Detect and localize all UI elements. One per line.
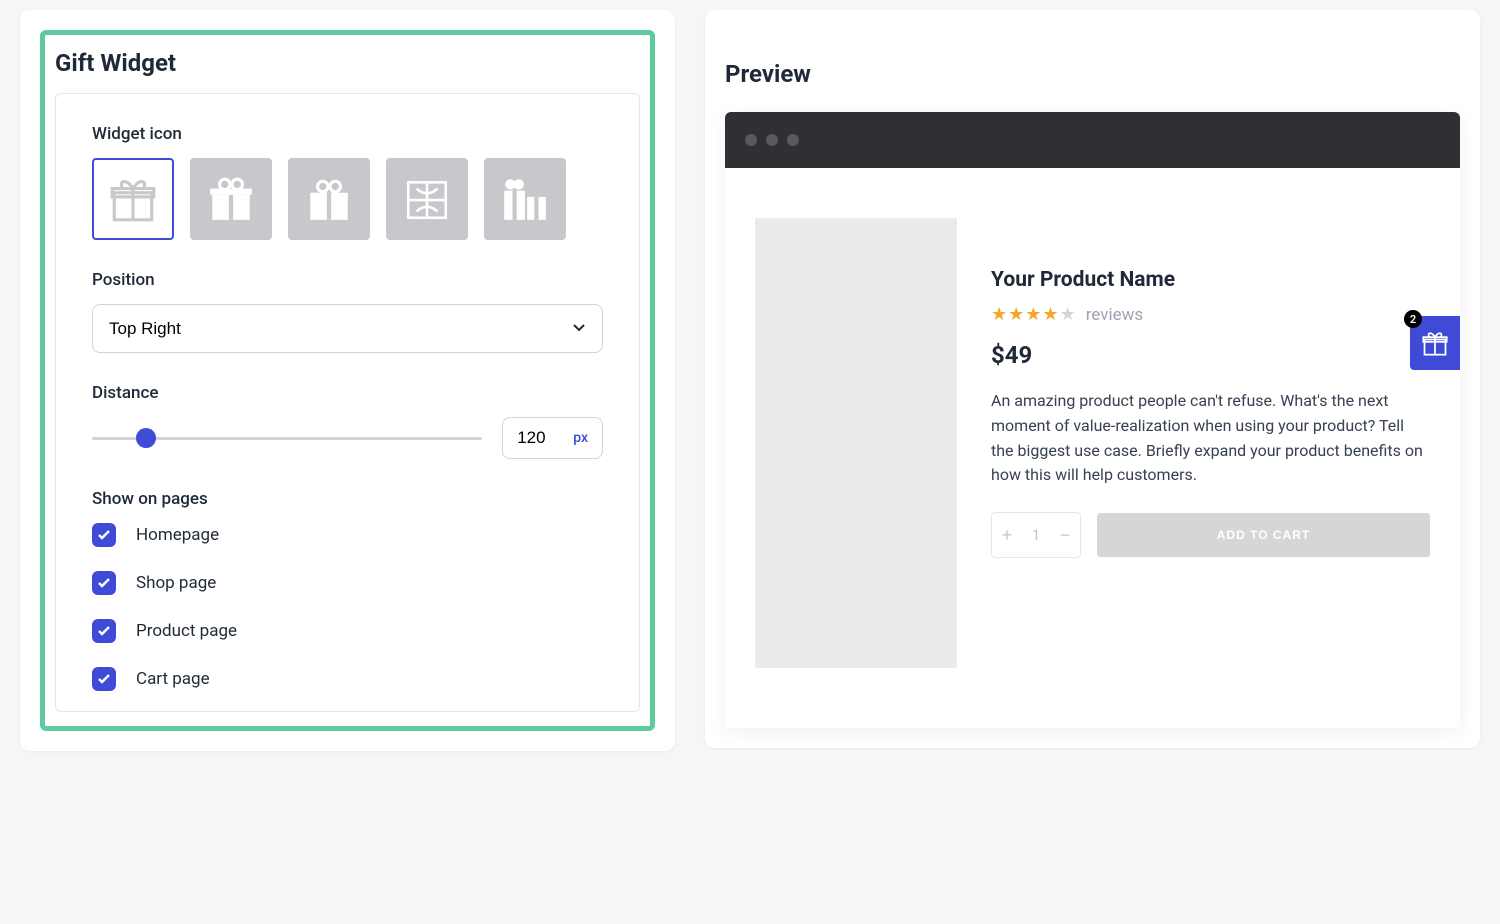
checkbox-label: Cart page bbox=[136, 669, 210, 689]
window-dot bbox=[745, 134, 757, 146]
position-select-wrap: Top Right bbox=[92, 304, 603, 353]
icon-option-5[interactable] bbox=[484, 158, 566, 240]
product-description: An amazing product people can't refuse. … bbox=[991, 389, 1430, 488]
checkbox-label: Shop page bbox=[136, 573, 216, 593]
checkbox-homepage[interactable]: Homepage bbox=[92, 523, 603, 547]
browser-bar bbox=[725, 112, 1460, 168]
icon-option-1[interactable] bbox=[92, 158, 174, 240]
distance-row: px bbox=[92, 417, 603, 459]
checkbox-label: Product page bbox=[136, 621, 237, 641]
qty-value: 1 bbox=[1022, 526, 1050, 544]
check-icon bbox=[92, 619, 116, 643]
reviews-label: reviews bbox=[1086, 305, 1143, 325]
distance-slider[interactable] bbox=[92, 437, 482, 440]
star-icon: ★ bbox=[1025, 304, 1041, 325]
gift-icon bbox=[304, 174, 354, 224]
gift-icon bbox=[108, 174, 158, 224]
checkbox-cart[interactable]: Cart page bbox=[92, 667, 603, 691]
check-icon bbox=[92, 571, 116, 595]
product-name: Your Product Name bbox=[991, 268, 1430, 292]
star-icon: ★ bbox=[1042, 304, 1058, 325]
preview-title: Preview bbox=[725, 60, 1460, 88]
browser-mock: Your Product Name ★ ★ ★ ★ ★ reviews $4 bbox=[725, 112, 1460, 728]
cart-row: + 1 − ADD TO CART bbox=[991, 512, 1430, 558]
gift-icon bbox=[1421, 329, 1449, 357]
gift-widget-frame: Gift Widget Widget icon bbox=[40, 30, 655, 731]
settings-card: Gift Widget Widget icon bbox=[20, 10, 675, 751]
distance-label: Distance bbox=[92, 383, 603, 403]
settings-title: Gift Widget bbox=[45, 49, 650, 93]
add-to-cart-button[interactable]: ADD TO CART bbox=[1097, 513, 1430, 557]
widget-icon-label: Widget icon bbox=[92, 124, 603, 144]
mock-body: Your Product Name ★ ★ ★ ★ ★ reviews $4 bbox=[725, 168, 1460, 728]
gift-icon bbox=[206, 174, 256, 224]
star-icon: ★ bbox=[1060, 304, 1076, 325]
window-dot bbox=[766, 134, 778, 146]
position-select[interactable]: Top Right bbox=[92, 304, 603, 353]
icon-picker-row bbox=[92, 158, 603, 240]
distance-number-box: px bbox=[502, 417, 603, 459]
pages-checklist: Homepage Shop page Product page Car bbox=[92, 523, 603, 691]
checkbox-product[interactable]: Product page bbox=[92, 619, 603, 643]
distance-input[interactable] bbox=[517, 428, 563, 448]
product-price: $49 bbox=[991, 341, 1430, 369]
icon-option-2[interactable] bbox=[190, 158, 272, 240]
floating-gift-widget[interactable]: 2 bbox=[1410, 316, 1460, 370]
check-icon bbox=[92, 667, 116, 691]
checkbox-shop[interactable]: Shop page bbox=[92, 571, 603, 595]
stars: ★ ★ ★ ★ ★ bbox=[991, 304, 1076, 325]
qty-increase-button[interactable]: − bbox=[1050, 513, 1080, 557]
window-dot bbox=[787, 134, 799, 146]
settings-panel: Widget icon bbox=[55, 93, 640, 712]
qty-decrease-button[interactable]: + bbox=[992, 513, 1022, 557]
rating-row: ★ ★ ★ ★ ★ reviews bbox=[991, 304, 1430, 325]
gift-icon bbox=[500, 174, 550, 224]
star-icon: ★ bbox=[1008, 304, 1024, 325]
checkbox-label: Homepage bbox=[136, 525, 219, 545]
icon-option-3[interactable] bbox=[288, 158, 370, 240]
preview-card: Preview Your Product Name ★ ★ bbox=[705, 10, 1480, 748]
gift-icon bbox=[402, 174, 452, 224]
icon-option-4[interactable] bbox=[386, 158, 468, 240]
check-icon bbox=[92, 523, 116, 547]
widget-badge: 2 bbox=[1404, 310, 1422, 328]
star-icon: ★ bbox=[991, 304, 1007, 325]
product-info: Your Product Name ★ ★ ★ ★ ★ reviews $4 bbox=[991, 218, 1430, 668]
distance-unit: px bbox=[573, 430, 588, 446]
product-image-placeholder bbox=[755, 218, 957, 668]
position-label: Position bbox=[92, 270, 603, 290]
qty-stepper: + 1 − bbox=[991, 512, 1081, 558]
show-pages-label: Show on pages bbox=[92, 489, 603, 509]
